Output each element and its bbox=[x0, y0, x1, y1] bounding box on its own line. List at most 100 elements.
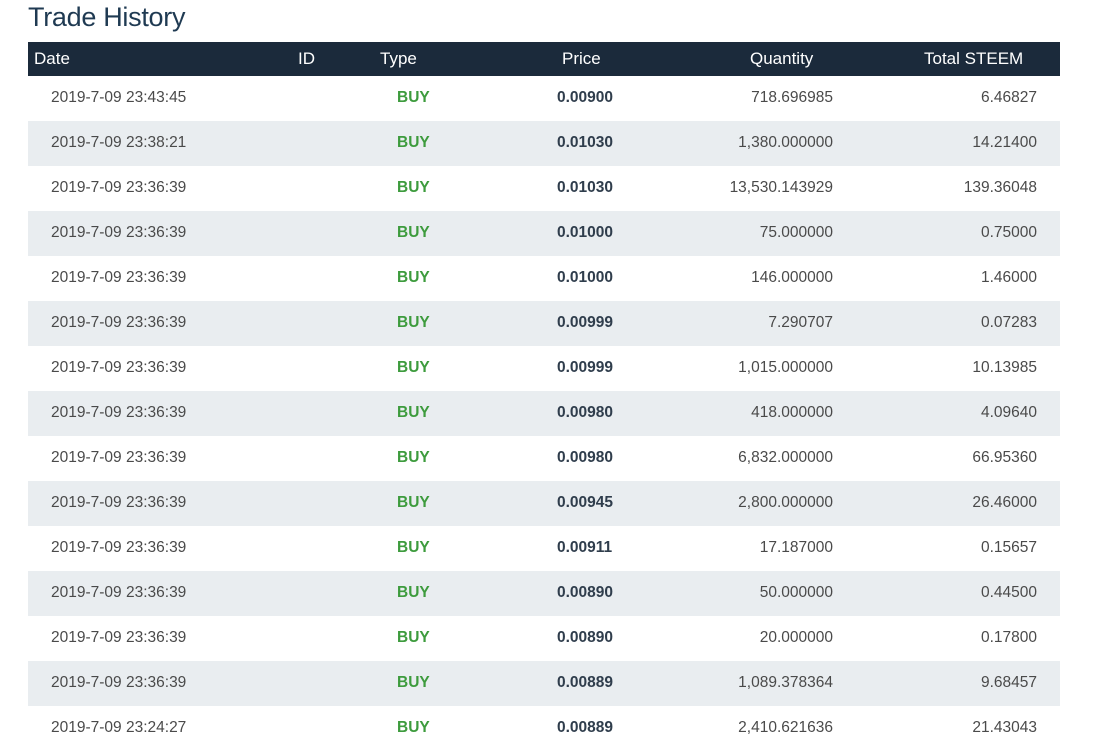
trade-total: 139.36048 bbox=[963, 179, 1037, 196]
trade-date: 2019-7-09 23:36:39 bbox=[51, 584, 187, 601]
table-row: 2019-7-09 23:36:39 BUY 0.01000 75.000000 0.7… bbox=[28, 211, 1060, 256]
trade-total: 0.75000 bbox=[980, 224, 1037, 241]
trade-price: 0.00980 bbox=[557, 449, 614, 466]
table-row: 2019-7-09 23:36:39 BUY 0.00999 1,015.000000… bbox=[28, 346, 1060, 391]
trade-date: 2019-7-09 23:36:39 bbox=[51, 449, 187, 466]
trade-date: 2019-7-09 23:24:27 bbox=[51, 719, 187, 736]
trade-quantity: 1,015.000000 bbox=[738, 359, 833, 376]
trade-quantity: 2,410.621636 bbox=[738, 719, 833, 736]
table-row: 2019-7-09 23:36:39 BUY 0.00890 50.000000 0.4… bbox=[28, 571, 1060, 616]
trade-quantity: 13,530.143929 bbox=[729, 179, 833, 196]
trade-quantity: 146.000000 bbox=[751, 269, 833, 286]
trade-price: 0.00945 bbox=[557, 494, 614, 511]
page-title: Trade History bbox=[28, 2, 186, 32]
trade-price: 0.00999 bbox=[557, 314, 614, 331]
trade-date: 2019-7-09 23:43:45 bbox=[51, 89, 187, 106]
trade-total: 1.46000 bbox=[980, 269, 1037, 286]
table-row: 2019-7-09 23:36:39 BUY 0.00945 2,800.000000… bbox=[28, 481, 1060, 526]
trade-type: BUY bbox=[397, 629, 430, 646]
trade-quantity: 75.000000 bbox=[759, 224, 833, 241]
trade-date: 2019-7-09 23:38:21 bbox=[51, 134, 187, 151]
table-row: 2019-7-09 23:38:21 BUY 0.01030 1,380.000000… bbox=[28, 121, 1060, 166]
trade-price: 0.00890 bbox=[557, 584, 614, 601]
trade-quantity: 7.290707 bbox=[768, 314, 833, 331]
trade-total: 26.46000 bbox=[972, 494, 1037, 511]
trade-date: 2019-7-09 23:36:39 bbox=[51, 629, 187, 646]
trade-type: BUY bbox=[397, 314, 430, 331]
trade-total: 0.07283 bbox=[980, 314, 1037, 331]
header-price[interactable]: Price bbox=[562, 49, 601, 69]
table-row: 2019-7-09 23:36:39 BUY 0.01000 146.000000 1.… bbox=[28, 256, 1060, 301]
trade-price: 0.00889 bbox=[557, 674, 614, 691]
trade-total: 66.95360 bbox=[972, 449, 1037, 466]
trade-total: 6.46827 bbox=[980, 89, 1037, 106]
trade-type: BUY bbox=[397, 224, 430, 241]
trade-total: 10.13985 bbox=[972, 359, 1037, 376]
trade-price: 0.00980 bbox=[557, 404, 614, 421]
trade-quantity: 17.187000 bbox=[759, 539, 833, 556]
trade-price: 0.00911 bbox=[557, 539, 613, 556]
header-type[interactable]: Type bbox=[380, 49, 417, 69]
trade-type: BUY bbox=[397, 134, 430, 151]
trade-total: 9.68457 bbox=[980, 674, 1037, 691]
trade-type: BUY bbox=[397, 674, 430, 691]
trade-price: 0.00900 bbox=[557, 89, 614, 106]
table-header: Date ID Type Price Quantity Total STEEM bbox=[28, 42, 1060, 76]
trade-date: 2019-7-09 23:36:39 bbox=[51, 494, 187, 511]
trade-quantity: 2,800.000000 bbox=[738, 494, 833, 511]
table-row: 2019-7-09 23:36:39 BUY 0.00980 6,832.000000… bbox=[28, 436, 1060, 481]
trade-quantity: 1,089.378364 bbox=[738, 674, 833, 691]
trade-date: 2019-7-09 23:36:39 bbox=[51, 269, 187, 286]
trade-price: 0.01000 bbox=[557, 269, 614, 286]
trade-price: 0.00999 bbox=[557, 359, 614, 376]
table-body: 2019-7-09 23:43:45 BUY 0.00900 718.696985 6.… bbox=[28, 76, 1060, 751]
trade-price: 0.00890 bbox=[557, 629, 614, 646]
trade-total: 21.43043 bbox=[972, 719, 1037, 736]
trade-quantity: 20.000000 bbox=[759, 629, 833, 646]
trade-date: 2019-7-09 23:36:39 bbox=[51, 404, 187, 421]
header-quantity[interactable]: Quantity bbox=[750, 49, 813, 69]
trade-date: 2019-7-09 23:36:39 bbox=[51, 314, 187, 331]
trade-type: BUY bbox=[397, 719, 430, 736]
trade-quantity: 718.696985 bbox=[751, 89, 833, 106]
trade-quantity: 1,380.000000 bbox=[738, 134, 833, 151]
trade-quantity: 6,832.000000 bbox=[738, 449, 833, 466]
trade-type: BUY bbox=[397, 449, 430, 466]
trade-price: 0.01000 bbox=[557, 224, 614, 241]
header-total[interactable]: Total STEEM bbox=[924, 49, 1023, 69]
trade-history-table: Date ID Type Price Quantity Total STEEM … bbox=[28, 42, 1060, 751]
table-row: 2019-7-09 23:36:39 BUY 0.00890 20.000000 0.1… bbox=[28, 616, 1060, 661]
trade-type: BUY bbox=[397, 404, 430, 421]
trade-type: BUY bbox=[397, 179, 430, 196]
table-row: 2019-7-09 23:36:39 BUY 0.01030 13,530.14392… bbox=[28, 166, 1060, 211]
header-id[interactable]: ID bbox=[298, 49, 315, 69]
trade-date: 2019-7-09 23:36:39 bbox=[51, 224, 187, 241]
trade-total: 0.44500 bbox=[980, 584, 1037, 601]
trade-date: 2019-7-09 23:36:39 bbox=[51, 359, 187, 376]
table-row: 2019-7-09 23:36:39 BUY 0.00999 7.290707 0.07… bbox=[28, 301, 1060, 346]
trade-total: 4.09640 bbox=[980, 404, 1037, 421]
trade-total: 0.17800 bbox=[980, 629, 1037, 646]
trade-price: 0.01030 bbox=[557, 179, 614, 196]
trade-type: BUY bbox=[397, 539, 430, 556]
trade-type: BUY bbox=[397, 359, 430, 376]
trade-date: 2019-7-09 23:36:39 bbox=[51, 674, 187, 691]
trade-type: BUY bbox=[397, 89, 430, 106]
table-row: 2019-7-09 23:36:39 BUY 0.00889 1,089.378364… bbox=[28, 661, 1060, 706]
table-row: 2019-7-09 23:24:27 BUY 0.00889 2,410.621636… bbox=[28, 706, 1060, 751]
trade-type: BUY bbox=[397, 584, 430, 601]
table-row: 2019-7-09 23:36:39 BUY 0.00980 418.000000 4.… bbox=[28, 391, 1060, 436]
table-row: 2019-7-09 23:36:39 BUY 0.00911 17.187000 0.1… bbox=[28, 526, 1060, 571]
trade-date: 2019-7-09 23:36:39 bbox=[51, 179, 187, 196]
trade-date: 2019-7-09 23:36:39 bbox=[51, 539, 187, 556]
trade-quantity: 418.000000 bbox=[751, 404, 833, 421]
trade-total: 14.21400 bbox=[972, 134, 1037, 151]
trade-quantity: 50.000000 bbox=[759, 584, 833, 601]
header-date[interactable]: Date bbox=[34, 49, 70, 69]
trade-total: 0.15657 bbox=[980, 539, 1037, 556]
table-row: 2019-7-09 23:43:45 BUY 0.00900 718.696985 6.… bbox=[28, 76, 1060, 121]
trade-type: BUY bbox=[397, 494, 430, 511]
trade-price: 0.00889 bbox=[557, 719, 614, 736]
trade-price: 0.01030 bbox=[557, 134, 614, 151]
trade-type: BUY bbox=[397, 269, 430, 286]
